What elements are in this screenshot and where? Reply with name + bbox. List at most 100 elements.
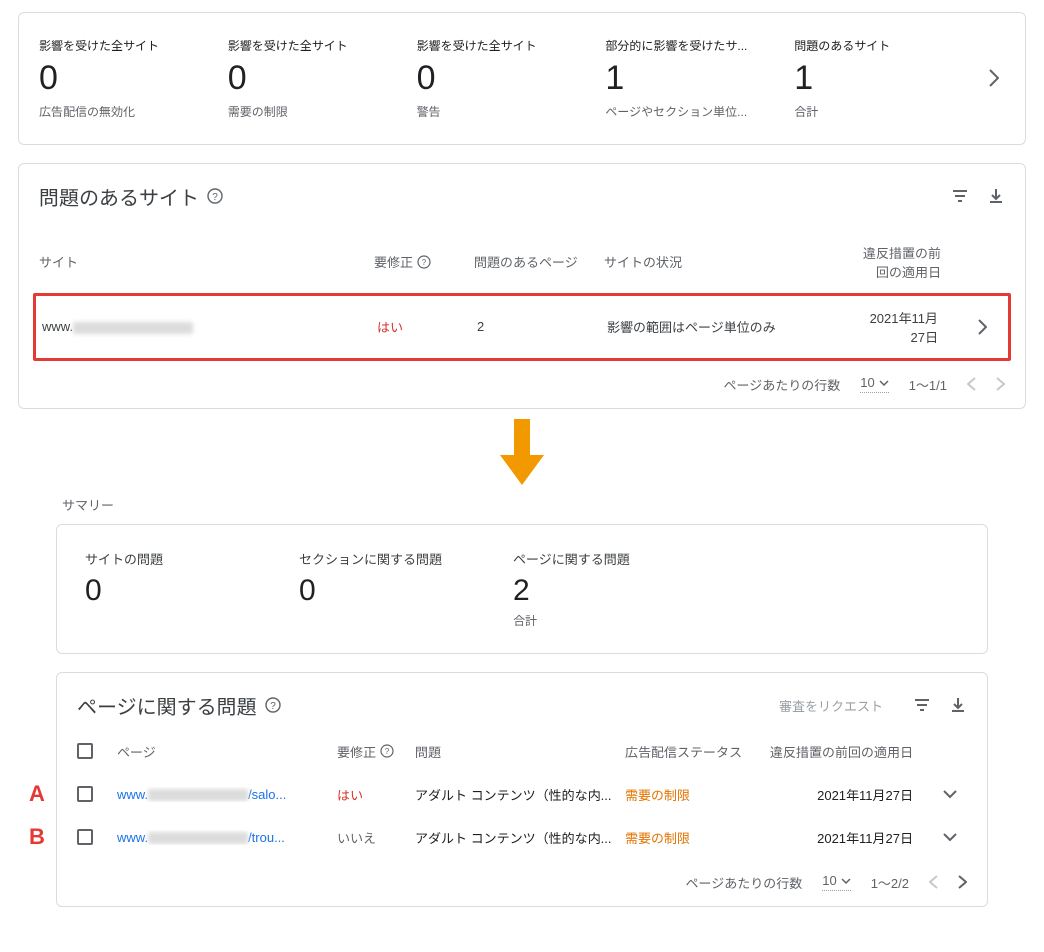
row-annotation: B [29, 824, 45, 850]
issues-table-header: ページ 要修正 ? 問題 広告配信ステータス 違反措置の前回の適用日 [57, 730, 987, 773]
chevron-right-icon[interactable] [978, 319, 1002, 335]
redacted [148, 789, 248, 801]
stat-value: 0 [228, 58, 405, 99]
page-suffix: /trou... [248, 830, 285, 845]
col-fix-label: 要修正 [374, 252, 413, 271]
page-prefix: www. [117, 830, 148, 845]
pager-rows-select[interactable]: 10 [860, 375, 888, 393]
summary-label: サマリー [62, 495, 988, 514]
site-row-fix: はい [377, 317, 477, 336]
summary-item-label: サイトの問題 [85, 549, 275, 568]
pager-rows-label: ページあたりの行数 [723, 375, 840, 394]
summary-card: サイトの問題 0 セクションに関する問題 0 ページに関する問題 2 合計 [56, 524, 988, 654]
row-annotation: A [29, 781, 45, 807]
checkbox[interactable] [77, 786, 93, 802]
stat-label: 問題のあるサイト [794, 37, 971, 54]
issue-row-page[interactable]: www. /trou... [117, 830, 337, 845]
redacted [148, 832, 248, 844]
col-adstatus: 広告配信ステータス [625, 742, 765, 761]
svg-text:?: ? [422, 258, 427, 267]
issues-title: ページに関する問題 [77, 691, 257, 720]
sites-card: 問題のあるサイト ? サイト 要修正 ? 問題のあるページ [18, 163, 1026, 409]
request-review-button[interactable]: 審査をリクエスト [779, 696, 883, 715]
col-fix-label: 要修正 [337, 742, 376, 761]
page-suffix: /salo... [248, 787, 286, 802]
issue-row-adstatus: 需要の制限 [625, 785, 765, 804]
col-fix: 要修正 ? [374, 252, 474, 271]
summary-item-sub: 合計 [513, 612, 703, 629]
summary-item-value: 0 [85, 574, 275, 608]
col-pages: 問題のあるページ [474, 252, 604, 271]
filter-icon[interactable] [913, 696, 931, 715]
stat-value: 0 [417, 58, 594, 99]
down-arrow-icon [18, 417, 1026, 489]
site-row-site: www. [42, 319, 377, 334]
issue-row[interactable]: B www./trou... いいえ アダルト コンテンツ（性的な内... 需要… [57, 816, 987, 859]
issue-row-date: 2021年11月27日 [765, 828, 943, 847]
site-row[interactable]: www. はい 2 影響の範囲はページ単位のみ 2021年11月27日 [33, 293, 1011, 361]
col-date: 違反措置の前回の適用日 [765, 742, 943, 761]
issue-row[interactable]: A www./salo... はい アダルト コンテンツ（性的な内... 需要の… [57, 773, 987, 816]
summary-item-label: ページに関する問題 [513, 549, 703, 568]
pager-prev-button[interactable] [967, 377, 976, 391]
summary-item-value: 0 [299, 574, 489, 608]
issue-row-page[interactable]: www. /salo... [117, 787, 337, 802]
pager-next-button[interactable] [996, 377, 1005, 391]
summary-item-2: ページに関する問題 2 合計 [513, 549, 703, 629]
chevron-down-icon [841, 878, 851, 884]
download-icon[interactable] [987, 187, 1005, 205]
stat-0: 影響を受けた全サイト 0 広告配信の無効化 [39, 37, 216, 120]
site-row-date: 2021年11月27日 [857, 308, 978, 346]
svg-text:?: ? [385, 747, 390, 756]
checkbox-all[interactable] [77, 743, 93, 759]
pager-range: 1～2/2 [871, 873, 909, 892]
sites-title: 問題のあるサイト [39, 182, 199, 211]
pager-rows-label: ページあたりの行数 [685, 873, 802, 892]
help-icon[interactable]: ? [417, 255, 431, 269]
stat-sub: 広告配信の無効化 [39, 103, 216, 120]
stat-4: 問題のあるサイト 1 合計 [794, 37, 971, 120]
stat-label: 部分的に影響を受けたサ... [605, 37, 782, 54]
issue-row-date: 2021年11月27日 [765, 785, 943, 804]
help-icon[interactable]: ? [207, 188, 223, 204]
summary-item-label: セクションに関する問題 [299, 549, 489, 568]
stat-label: 影響を受けた全サイト [228, 37, 405, 54]
chevron-down-icon[interactable] [943, 790, 967, 799]
redacted [73, 322, 193, 334]
col-page: ページ [117, 742, 337, 761]
stat-label: 影響を受けた全サイト [39, 37, 216, 54]
col-fix: 要修正 ? [337, 742, 415, 761]
summary-item-1: セクションに関する問題 0 [299, 549, 489, 629]
pager-range: 1～1/1 [909, 375, 947, 394]
col-site: サイト [39, 252, 374, 271]
col-issue: 問題 [415, 742, 625, 761]
stat-value: 1 [605, 58, 782, 99]
checkbox[interactable] [77, 829, 93, 845]
help-icon[interactable]: ? [380, 744, 394, 758]
stat-sub: 合計 [794, 103, 971, 120]
stats-card: 影響を受けた全サイト 0 広告配信の無効化 影響を受けた全サイト 0 需要の制限… [18, 12, 1026, 145]
sites-pager: ページあたりの行数 10 1～1/1 [19, 361, 1025, 408]
col-status: サイトの状況 [604, 252, 854, 271]
pager-prev-button[interactable] [929, 875, 938, 889]
pager-next-button[interactable] [958, 875, 967, 889]
help-icon[interactable]: ? [265, 697, 281, 713]
issue-row-fix: いいえ [337, 828, 415, 847]
stat-3: 部分的に影響を受けたサ... 1 ページやセクション単位... [605, 37, 782, 120]
pager-rows-select[interactable]: 10 [822, 873, 850, 891]
stats-next-button[interactable] [983, 63, 1005, 93]
pager-rows-value: 10 [822, 873, 836, 888]
download-icon[interactable] [949, 696, 967, 715]
site-row-status: 影響の範囲はページ単位のみ [607, 317, 857, 336]
stat-label: 影響を受けた全サイト [417, 37, 594, 54]
issues-pager: ページあたりの行数 10 1～2/2 [57, 859, 987, 906]
issue-row-fix: はい [337, 785, 415, 804]
sites-table-header: サイト 要修正 ? 問題のあるページ サイトの状況 違反措置の前回の適用日 [19, 219, 1025, 293]
stat-sub: 需要の制限 [228, 103, 405, 120]
page-prefix: www. [117, 787, 148, 802]
filter-icon[interactable] [951, 187, 969, 205]
issue-row-adstatus: 需要の制限 [625, 828, 765, 847]
chevron-down-icon [879, 380, 889, 386]
issue-row-issue: アダルト コンテンツ（性的な内... [415, 785, 625, 804]
chevron-down-icon[interactable] [943, 833, 967, 842]
